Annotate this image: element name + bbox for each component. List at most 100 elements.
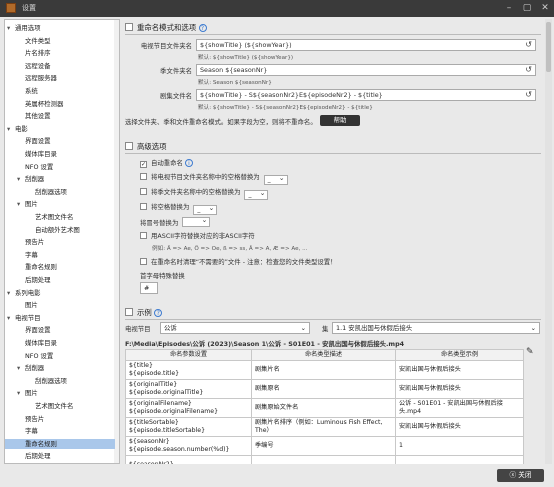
expand-toggle-icon[interactable]: ▾ [7,23,15,33]
section-collapse-checkbox[interactable] [125,308,133,316]
reset-icon[interactable]: ↺ [525,65,532,75]
sidebar-item[interactable]: 界面设置 [5,325,115,335]
reset-icon[interactable]: ↺ [525,40,532,50]
sidebar-item[interactable]: 预告片 [5,237,115,247]
settings-tree[interactable]: ▾ 通用选项文件类型片名排序远程设备远程服务器系统英属杯检测器 其他设置 ▾ 电影界面设… [4,19,120,464]
example-episode-select[interactable]: 1.1 安凯出国与休假后接头 ⌄ [332,322,540,334]
cleanup-option[interactable]: 在重命名时清理“不需要的”文件 - 注意：检查您的文件类型设置！ [140,257,337,268]
sidebar-item[interactable]: 文件类型 [5,36,115,46]
sidebar-item[interactable]: 艺术图文件名 [5,212,115,222]
sidebar-item[interactable]: ▾ 图片 [5,388,115,398]
sidebar-item[interactable]: 后期处理 [5,275,115,285]
example-show-select[interactable]: 公诉 ⌄ [160,322,310,334]
space-replace-dropdown[interactable]: _ [193,204,218,215]
reset-icon[interactable]: ↺ [525,90,532,100]
edit-pencil-icon[interactable]: ✎ [526,347,534,357]
sidebar-item[interactable]: ▾ 电影 [5,124,115,134]
expand-toggle-icon[interactable]: ▾ [7,313,15,323]
sidebar-item[interactable]: 英属杯检测器 [5,99,115,109]
sidebar-item[interactable]: ▾ 刮削器 [5,363,115,373]
sidebar-item[interactable]: 字幕 [5,250,115,260]
help-button[interactable]: 帮助 [320,115,360,126]
cleanup-checkbox[interactable] [140,258,147,265]
first-char-label: 首字母特殊替换 [140,272,185,280]
sidebar-item[interactable]: 后期处理 [5,451,115,461]
sidebar-item[interactable]: ▾ 电视节目 [5,313,115,323]
close-button[interactable]: ⓧ 关闭 [497,469,544,482]
first-char-input[interactable]: # [140,282,158,294]
expand-toggle-icon[interactable]: ▾ [17,363,25,373]
app-icon [6,3,16,13]
column-header: 命名类型示例 [395,349,524,361]
sidebar-item[interactable]: 媒体库目录 [5,338,115,348]
sidebar-item[interactable]: 远程服务器 [5,73,115,83]
sidebar-item-label: 后期处理 [25,276,51,284]
renamer-section-header: 重命名模式和选项 ? [125,22,535,33]
ascii-replace-option[interactable]: 用ASCII字符替换对应的非ASCII字符 [140,231,255,242]
sidebar-item[interactable]: 自动额外艺术图 [5,225,115,235]
sidebar-item[interactable]: 图片 [5,300,115,310]
sidebar-item[interactable]: 艺术图文件名 [5,401,115,411]
section-collapse-checkbox[interactable] [125,142,133,150]
sidebar-item[interactable]: 片名排序 [5,48,115,58]
sidebar-item-label: 字幕 [25,250,38,259]
sidebar-item-label: NFO 设置 [25,162,54,171]
sidebar-item-label: 自动额外艺术图 [35,225,80,234]
space-replace-dropdown[interactable]: _ [263,174,288,185]
colon-replace-dropdown[interactable] [182,216,211,227]
sidebar-item[interactable]: ▾ 通用选项 [5,23,115,33]
close-window-icon[interactable]: ✕ [536,0,554,17]
sidebar-item[interactable]: ▾ 刮削器 [5,174,115,184]
expand-toggle-icon[interactable]: ▾ [17,388,25,398]
sidebar-item-label: 系列电影 [15,288,41,297]
replace-space-season-option[interactable]: 将季文件夹名称中的空格替换为 _ [140,187,269,200]
expand-toggle-icon[interactable]: ▾ [7,288,15,298]
sidebar-item-label: 刮削器 [25,175,45,184]
sidebar-item[interactable]: 远程设备 [5,61,115,71]
sidebar-item[interactable]: 重命名规则 [5,262,115,272]
sidebar-item-label: 系统 [25,87,38,95]
expand-toggle-icon[interactable]: ▾ [7,124,15,134]
info-icon[interactable]: i [185,159,193,167]
auto-rename-option[interactable]: 自动重命名 i [140,158,193,169]
space-replace-dropdown[interactable]: _ [244,189,269,200]
column-header: 命名参数设置 [125,349,252,361]
auto-rename-checkbox[interactable] [140,161,147,168]
sidebar-item[interactable]: 其他设置 [5,111,115,121]
show-folder-input[interactable]: ${showTitle} (${showYear}) ↺ [196,39,536,51]
sidebar-item[interactable]: 预告片 [5,414,115,424]
expand-toggle-icon[interactable]: ▾ [17,199,25,209]
help-circle-icon[interactable]: ? [154,309,163,317]
ascii-replace-checkbox[interactable] [140,232,147,239]
sidebar-item[interactable]: 系统 [5,86,115,96]
expand-toggle-icon[interactable]: ▾ [17,174,25,184]
content-scrollbar[interactable] [545,19,552,464]
replace-space-file-option[interactable]: 将空格替换为 _ [140,202,218,215]
replace-space-file-checkbox[interactable] [140,203,147,210]
sidebar-item[interactable]: 刮削器选项 [5,376,115,386]
sidebar-item[interactable]: 字幕 [5,426,115,436]
replace-space-show-checkbox[interactable] [140,173,147,180]
replace-space-season-checkbox[interactable] [140,188,147,195]
sidebar-item[interactable]: 界面设置 [5,136,115,146]
sidebar-item-label: 字幕 [25,427,38,436]
sidebar-item[interactable]: 重命名规则 [5,438,115,449]
table-cell-desc: 剧集原始文件名 [251,398,396,418]
sidebar-item[interactable]: NFO 设置 [5,351,115,361]
minimize-icon[interactable]: – [500,0,518,17]
season-folder-input[interactable]: Season ${seasonNr} ↺ [196,64,536,76]
example-show-label: 电视节目 [125,325,151,333]
sidebar-item-label: 片名排序 [25,49,51,58]
replace-space-show-option[interactable]: 将电视节目文件夹名称中的空格替换为 _ [140,172,288,185]
help-circle-icon[interactable]: ? [198,24,207,32]
section-collapse-checkbox[interactable] [125,23,133,31]
sidebar-item[interactable]: ▾ 图片 [5,199,115,209]
sidebar-item[interactable]: NFO 设置 [5,162,115,172]
title-bar[interactable]: 设置 – ▢ ✕ [0,0,554,17]
sidebar-item[interactable]: ▾ 系列电影 [5,288,115,298]
scrollbar-thumb[interactable] [546,22,551,72]
sidebar-item[interactable]: 媒体库目录 [5,149,115,159]
sidebar-item[interactable]: 刮削器选项 [5,187,115,197]
maximize-icon[interactable]: ▢ [518,0,536,17]
episode-file-input[interactable]: ${showTitle} - S${seasonNr2}E${episodeNr… [196,89,536,101]
